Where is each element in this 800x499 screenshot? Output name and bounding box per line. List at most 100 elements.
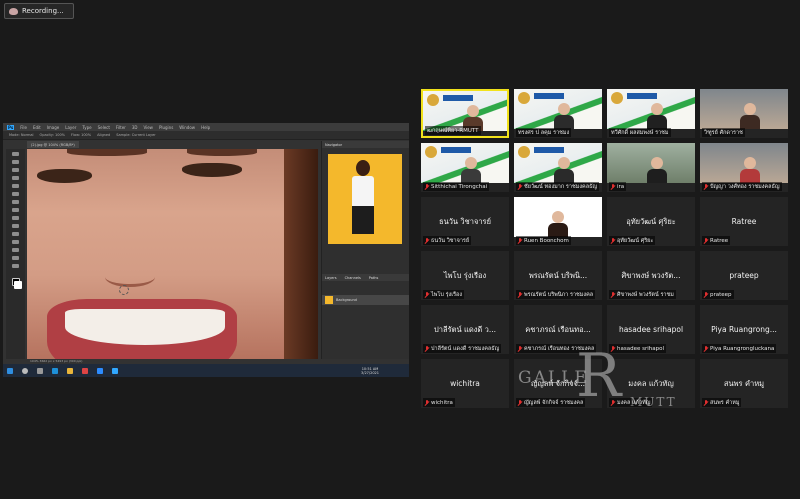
participant-tile[interactable]: ira — [607, 143, 695, 192]
option-flow[interactable]: Flow: 100% — [71, 133, 91, 137]
option-sample[interactable]: Sample: Current Layer — [116, 133, 155, 137]
participant-tile[interactable]: wichitra wichitra — [421, 359, 509, 408]
mic-muted-icon — [704, 237, 708, 244]
healing-brush-tool-icon[interactable] — [12, 200, 19, 204]
participant-label: Sitthichai Tirongchai — [423, 182, 490, 191]
participant-tile[interactable]: ญัญลพ์ จักกิจจ์... ญัญลพ์ จักกิจจ์ ราชมงค… — [514, 359, 602, 408]
option-aligned[interactable]: Aligned — [97, 133, 110, 137]
navigator-panel-title[interactable]: Navigator — [322, 141, 409, 148]
navigator-thumbnail[interactable] — [328, 154, 402, 244]
participant-tile[interactable]: prateep prateep — [700, 251, 788, 300]
option-opacity[interactable]: Opacity: 100% — [40, 133, 66, 137]
recording-label: Recording... — [22, 7, 64, 15]
face-mouth — [47, 299, 237, 359]
layer-row-background[interactable]: Background — [322, 295, 409, 305]
participant-tile[interactable]: ไพโบ รุ่งเรือง ไพโบ รุ่งเรือง — [421, 251, 509, 300]
eyedropper-tool-icon[interactable] — [12, 192, 19, 196]
tab-layers[interactable]: Layers — [325, 276, 337, 280]
menu-window[interactable]: Window — [179, 125, 195, 130]
participant-label-text: ธนวัน วิชาจารย์ — [431, 237, 470, 244]
recording-indicator[interactable]: Recording... — [4, 3, 74, 19]
brush-tool-icon[interactable] — [12, 208, 19, 212]
menu-edit[interactable]: Edit — [33, 125, 41, 130]
participant-tile[interactable]: Ruen Boonchom — [514, 197, 602, 246]
participant-tile[interactable]: วิฑูรย์ ศักดาราช — [700, 89, 788, 138]
mic-muted-icon — [425, 183, 429, 190]
tab-paths[interactable]: Paths — [369, 276, 379, 280]
menu-help[interactable]: Help — [201, 125, 210, 130]
participant-label-text: ฒกฤษณ์ทิยา-RMUTT — [427, 127, 479, 134]
menu-view[interactable]: View — [143, 125, 153, 130]
participant-tile[interactable]: สนพร คำหมู สนพร คำหมู — [700, 359, 788, 408]
participant-label: ทวีศักดิ์ ผลสมพงษ์ ราชม — [609, 128, 671, 137]
participant-video — [421, 143, 509, 183]
face-eyebrow-right — [187, 149, 257, 156]
background-color-swatch[interactable] — [14, 281, 22, 289]
mic-muted-icon — [425, 237, 429, 244]
participant-tile[interactable]: hasadee srihapol hasadee srihapol — [607, 305, 695, 354]
file-explorer-icon[interactable] — [67, 367, 73, 374]
participant-tile[interactable]: ฒกฤษณ์ทิยา-RMUTT — [421, 89, 509, 138]
menu-filter[interactable]: Filter — [116, 125, 126, 130]
hand-tool-icon[interactable] — [12, 256, 19, 260]
participant-label: Ratree — [702, 236, 731, 245]
menu-file[interactable]: File — [20, 125, 27, 130]
participant-tile[interactable]: ปัญญา วงศ์ทอง ราชมงคลธัญ — [700, 143, 788, 192]
quick-select-tool-icon[interactable] — [12, 176, 19, 180]
participant-tile[interactable]: ทรงศร ป ลคุม ราชมง — [514, 89, 602, 138]
menu-type[interactable]: Type — [82, 125, 91, 130]
participant-label-text: อุทัยวัฒน์ ศุริยะ — [617, 237, 654, 244]
marquee-tool-icon[interactable] — [12, 160, 19, 164]
menu-plugins[interactable]: Plugins — [159, 125, 173, 130]
participant-tile[interactable]: ธนวัน วิชาจารย์ ธนวัน วิชาจารย์ — [421, 197, 509, 246]
participant-label-text: สนพร คำหมู — [710, 399, 740, 406]
taskbar-clock: 10:51 AM 3/27/2021 — [361, 367, 379, 375]
participant-label: วิฑูรย์ ศักดาราช — [702, 128, 745, 137]
gradient-tool-icon[interactable] — [12, 232, 19, 236]
participant-tile[interactable]: Sitthichai Tirongchai — [421, 143, 509, 192]
participant-tile[interactable]: คชาภรณ์ เรือนทอ... คชาภรณ์ เรือนทอง ราชมง… — [514, 305, 602, 354]
participant-video — [700, 89, 788, 129]
participant-person — [647, 157, 667, 183]
photoshop-logo: Ps — [7, 124, 15, 130]
windows-start-icon[interactable] — [7, 367, 13, 374]
zoom-tool-icon[interactable] — [12, 264, 19, 268]
eraser-tool-icon[interactable] — [12, 224, 19, 228]
shared-screen-photoshop: Ps File Edit Image Layer Type Select Fil… — [3, 123, 409, 377]
participant-label: hasadee srihapol — [609, 344, 666, 353]
participant-tile[interactable]: อุทัยวัฒน์ ศุริยะ อุทัยวัฒน์ ศุริยะ — [607, 197, 695, 246]
participant-tile[interactable]: ปาลีรัตน์ แดงดี ว... ปาลีรัตน์ แดงดี ราชม… — [421, 305, 509, 354]
edge-icon[interactable] — [52, 367, 58, 374]
participant-gallery: ฒกฤษณ์ทิยา-RMUTT ทรงศร ป ลคุม ราชมง ทวีศัก… — [421, 89, 793, 408]
task-view-icon[interactable] — [37, 367, 43, 374]
chrome-icon[interactable] — [82, 367, 88, 374]
photoshop-canvas[interactable] — [27, 149, 318, 359]
tab-channels[interactable]: Channels — [345, 276, 361, 280]
menu-layer[interactable]: Layer — [65, 125, 76, 130]
clock-date: 3/27/2021 — [361, 370, 379, 375]
menu-select[interactable]: Select — [98, 125, 110, 130]
participant-tile[interactable]: ทวีศักดิ์ ผลสมพงษ์ ราชม — [607, 89, 695, 138]
participant-tile[interactable]: Ratree Ratree — [700, 197, 788, 246]
pen-tool-icon[interactable] — [12, 240, 19, 244]
participant-tile[interactable]: Piya Ruangrong... Piya Ruangrongluckana — [700, 305, 788, 354]
search-icon[interactable] — [22, 367, 28, 374]
lasso-tool-icon[interactable] — [12, 168, 19, 172]
photoshop-taskbar-icon[interactable] — [112, 367, 118, 374]
zoom-app-icon[interactable] — [97, 367, 103, 374]
type-tool-icon[interactable] — [12, 248, 19, 252]
option-mode[interactable]: Mode: Normal — [9, 133, 34, 137]
crop-tool-icon[interactable] — [12, 184, 19, 188]
mic-muted-icon — [704, 291, 708, 298]
clone-stamp-tool-icon[interactable] — [12, 216, 19, 220]
participant-tile[interactable]: มงคล แก้วทัญ มงคล แก้วทัญ — [607, 359, 695, 408]
participant-label-text: Sitthichai Tirongchai — [431, 183, 488, 190]
participant-label-text: ศิขาพงษ์ พวงรัตน์ ราชม — [617, 291, 674, 298]
document-tab[interactable]: (2).jpg @ 104% (RGB/8*) — [27, 141, 79, 148]
participant-tile[interactable]: ศิขาพงษ์ พวงรัต... ศิขาพงษ์ พวงรัตน์ ราชม — [607, 251, 695, 300]
participant-tile[interactable]: ชัยวัฒน์ ทองมาก ราชมงคลธัญ — [514, 143, 602, 192]
menu-image[interactable]: Image — [47, 125, 60, 130]
move-tool-icon[interactable] — [12, 152, 19, 156]
menu-3d[interactable]: 3D — [132, 125, 138, 130]
participant-tile[interactable]: พรณรัตน์ บริพนิ... พรณรัตน์ บริพนิภา ราชม… — [514, 251, 602, 300]
